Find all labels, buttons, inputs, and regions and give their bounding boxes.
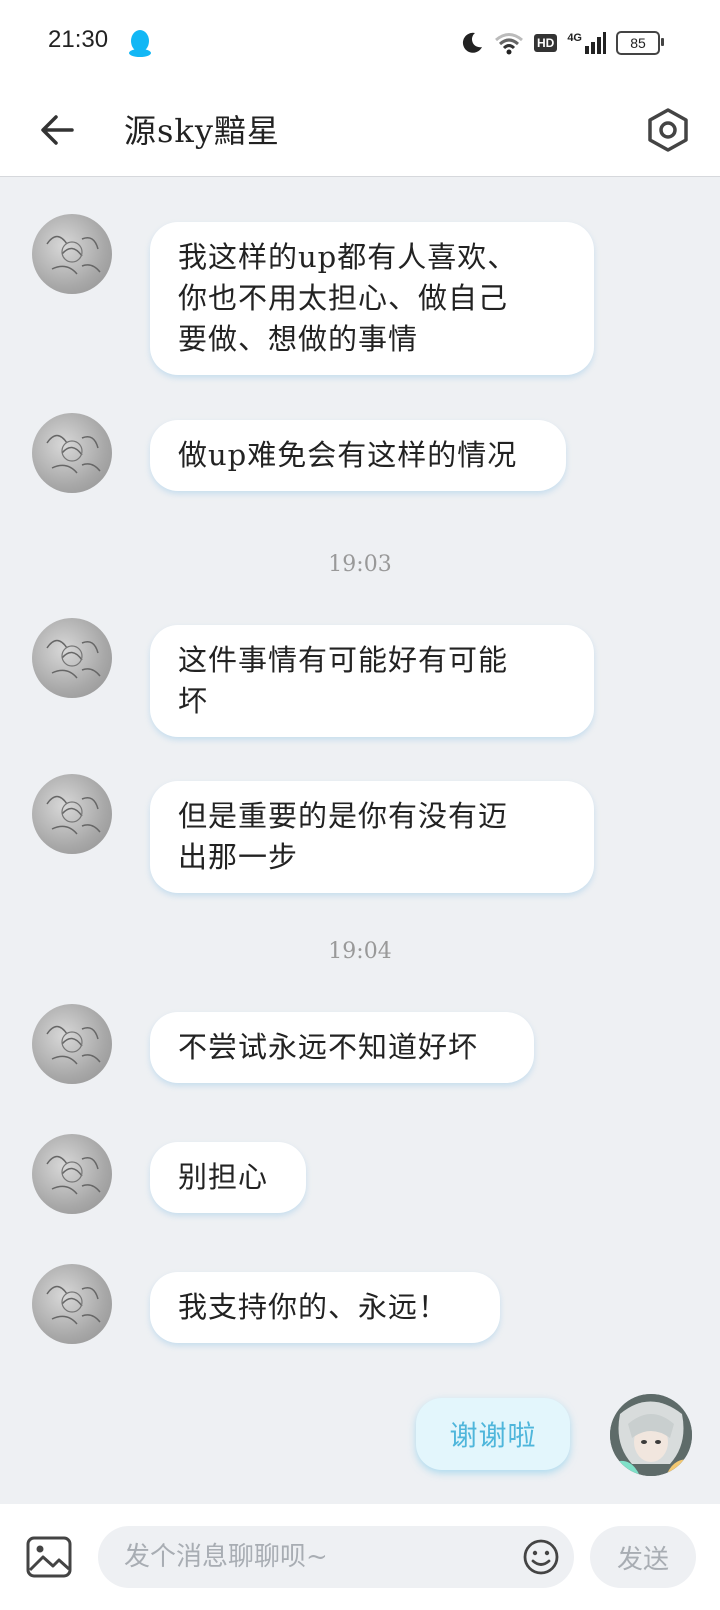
- message-text-line: 我这样的up都有人喜欢、: [178, 240, 518, 274]
- message-bubble[interactable]: 我支持你的、永远！: [150, 1272, 500, 1343]
- battery-indicator: 85: [616, 31, 664, 55]
- my-message-bubble[interactable]: 谢谢啦: [416, 1398, 570, 1470]
- network-type: 4G: [567, 32, 606, 54]
- anime-avatar-image: [610, 1394, 692, 1476]
- qq-penguin-icon: [129, 30, 151, 57]
- contact-avatar[interactable]: [32, 774, 112, 854]
- sketch-avatar-image: [46, 1025, 101, 1065]
- message-bubble[interactable]: 但是重要的是你有没有迈 出那一步: [150, 781, 594, 893]
- sketch-avatar-image: [46, 795, 101, 835]
- message-text-line: 别担心: [178, 1160, 269, 1194]
- sketch-avatar-image: [46, 434, 101, 474]
- hd-badge: HD: [533, 34, 558, 52]
- message-text-line: 我支持你的、永远！: [178, 1290, 449, 1324]
- message-bubble[interactable]: 做up难免会有这样的情况: [150, 420, 566, 491]
- message-bubble[interactable]: 别担心: [150, 1142, 306, 1213]
- message-text-line: 但是重要的是你有没有迈: [178, 799, 509, 833]
- sketch-avatar-image: [46, 1285, 101, 1325]
- message-input[interactable]: [98, 1526, 574, 1588]
- message-text-line: 你也不用太担心、做自己: [178, 281, 509, 315]
- message-text-line: 做up难免会有这样的情况: [178, 438, 518, 472]
- message-text-line: 这件事情有可能好有可能: [178, 643, 509, 677]
- contact-avatar[interactable]: [32, 413, 112, 493]
- message-text-line: 出那一步: [178, 840, 299, 874]
- input-bar: 发送: [0, 1504, 720, 1610]
- send-button[interactable]: 发送: [590, 1526, 696, 1588]
- status-time: 21:30: [48, 26, 109, 53]
- my-message-text: 谢谢啦: [449, 1419, 537, 1452]
- message-text-line: 坏: [178, 684, 209, 718]
- moon-icon: [462, 32, 482, 53]
- contact-avatar[interactable]: [32, 214, 112, 294]
- contact-avatar[interactable]: [32, 1004, 112, 1084]
- contact-avatar[interactable]: [32, 1134, 112, 1214]
- wifi-icon: [495, 33, 523, 55]
- settings-hexagon-icon[interactable]: [642, 100, 694, 160]
- sketch-avatar-image: [46, 1155, 101, 1195]
- timestamp: 19:04: [328, 939, 392, 964]
- message-bubble[interactable]: 不尝试永远不知道好坏: [150, 1012, 534, 1083]
- status-icons: HD 4G 85: [460, 26, 664, 60]
- my-avatar[interactable]: [610, 1394, 692, 1476]
- message-text-line: 不尝试永远不知道好坏: [178, 1030, 479, 1064]
- sketch-avatar-image: [46, 639, 101, 679]
- message-text-line: 要做、想做的事情: [178, 322, 419, 356]
- contact-avatar[interactable]: [32, 1264, 112, 1344]
- contact-avatar[interactable]: [32, 618, 112, 698]
- emoji-icon[interactable]: [522, 1538, 560, 1576]
- chat-title: 源sky黯星: [124, 112, 280, 150]
- chat-header: 源sky黯星: [0, 86, 720, 177]
- image-picker-icon[interactable]: [26, 1536, 72, 1578]
- status-bar: 21:30 HD 4G 85: [0, 0, 720, 86]
- back-arrow-icon[interactable]: [36, 108, 80, 152]
- timestamp: 19:03: [328, 552, 392, 577]
- sketch-avatar-image: [46, 235, 101, 275]
- message-bubble[interactable]: 我这样的up都有人喜欢、 你也不用太担心、做自己 要做、想做的事情: [150, 222, 594, 375]
- signal-icon: [585, 32, 606, 54]
- message-bubble[interactable]: 这件事情有可能好有可能 坏: [150, 625, 594, 737]
